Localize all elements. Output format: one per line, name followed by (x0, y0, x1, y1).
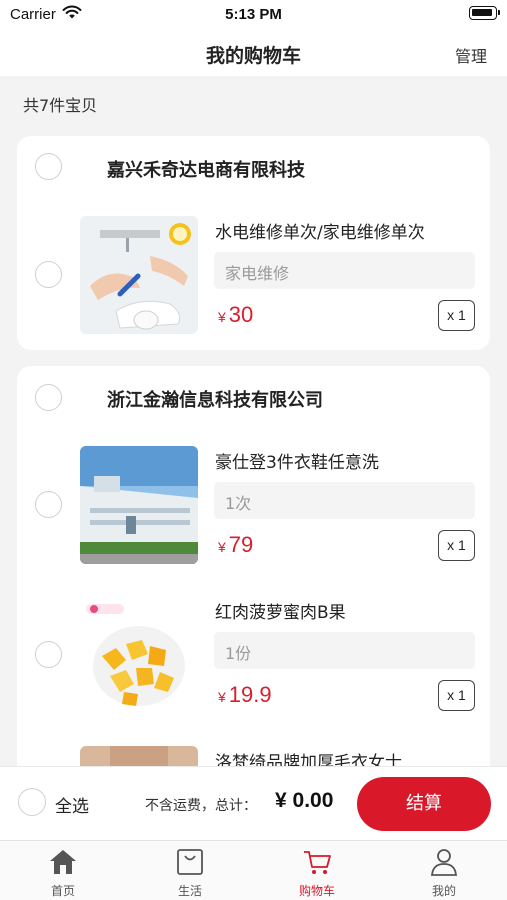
tab-bar: 首页 生活 购物车 我的 (0, 840, 507, 900)
tab-life-label: 生活 (177, 884, 202, 898)
home-icon (50, 850, 76, 874)
product-title[interactable]: 豪仕登3件衣鞋任意洗 (215, 448, 379, 473)
user-icon (431, 849, 457, 876)
product-spec[interactable]: 1次 (214, 482, 475, 519)
freight-note: 不含运费，总计： (145, 798, 257, 814)
product-image[interactable] (80, 216, 198, 334)
quantity-button[interactable]: x 1 (438, 680, 475, 711)
tab-home-label: 首页 (50, 884, 75, 898)
nav-bar: 我的购物车 管理 (0, 30, 507, 76)
total-amount: ¥ 0.00 (275, 789, 334, 812)
currency-symbol: ¥ (218, 539, 226, 555)
product-spec-label: 1次 (225, 494, 252, 513)
checkout-button[interactable]: 结算 (357, 777, 491, 831)
currency-symbol: ¥ (218, 689, 226, 705)
item-select-radio[interactable] (35, 641, 62, 668)
select-all-label[interactable]: 全选 (55, 792, 89, 817)
product-price: ¥30 (218, 302, 253, 328)
item-select-radio[interactable] (35, 491, 62, 518)
store-select-radio[interactable] (35, 153, 62, 180)
store-card: 嘉兴禾奇达电商有限科技 水电维修单次/家电维修单次 家电维修 ¥30 x 1 (17, 136, 490, 350)
product-spec[interactable]: 家电维修 (214, 252, 475, 289)
item-select-radio[interactable] (35, 261, 62, 288)
store-name: 嘉兴禾奇达电商有限科技 (107, 160, 305, 181)
tab-life[interactable]: 生活 (127, 841, 253, 900)
item-count: 共7件宝贝 (23, 96, 98, 115)
tab-mine-label: 我的 (431, 884, 456, 898)
product-title[interactable]: 红肉菠萝蜜肉B果 (215, 598, 346, 623)
product-price: ¥79 (218, 532, 253, 558)
product-image[interactable] (80, 596, 198, 714)
cart-item: 豪仕登3件衣鞋任意洗 1次 ¥79 x 1 (17, 446, 490, 596)
tab-mine[interactable]: 我的 (381, 841, 507, 900)
cart-item: 水电维修单次/家电维修单次 家电维修 ¥30 x 1 (17, 216, 490, 366)
product-price: ¥19.9 (218, 682, 272, 708)
cart-icon (304, 851, 331, 874)
quantity-button[interactable]: x 1 (438, 300, 475, 331)
status-bar: Carrier 5:13 PM (0, 0, 507, 30)
battery-icon (469, 6, 500, 20)
currency-symbol: ¥ (218, 309, 226, 325)
store-card: 浙江金瀚信息科技有限公司 豪仕登3件衣鞋任意洗 1次 ¥79 x 1 红肉菠萝蜜… (17, 366, 490, 864)
product-spec[interactable]: 1份 (214, 632, 475, 669)
tab-home[interactable]: 首页 (0, 841, 126, 900)
manage-button[interactable]: 管理 (455, 43, 487, 67)
tab-cart-label: 购物车 (298, 884, 335, 898)
product-title[interactable]: 水电维修单次/家电维修单次 (215, 218, 425, 243)
price-amount: 30 (228, 302, 254, 327)
checkout-bar: 全选 不含运费，总计： ¥ 0.00 结算 (0, 766, 507, 840)
product-spec-label: 1份 (225, 644, 252, 663)
select-all-radio[interactable] (18, 788, 46, 816)
product-spec-label: 家电维修 (225, 264, 290, 283)
clock: 5:13 PM (225, 6, 282, 23)
store-select-radio[interactable] (35, 384, 62, 411)
price-amount: 79 (228, 532, 254, 557)
bag-icon (177, 849, 203, 875)
page-title: 我的购物车 (205, 45, 301, 67)
cart-item: 红肉菠萝蜜肉B果 1份 ¥19.9 x 1 (17, 596, 490, 746)
price-amount: 19.9 (228, 682, 272, 707)
tab-cart[interactable]: 购物车 (254, 841, 380, 900)
store-name: 浙江金瀚信息科技有限公司 (107, 390, 323, 411)
cart-summary: 共7件宝贝 (0, 76, 507, 128)
quantity-button[interactable]: x 1 (438, 530, 475, 561)
product-image[interactable] (80, 446, 198, 564)
